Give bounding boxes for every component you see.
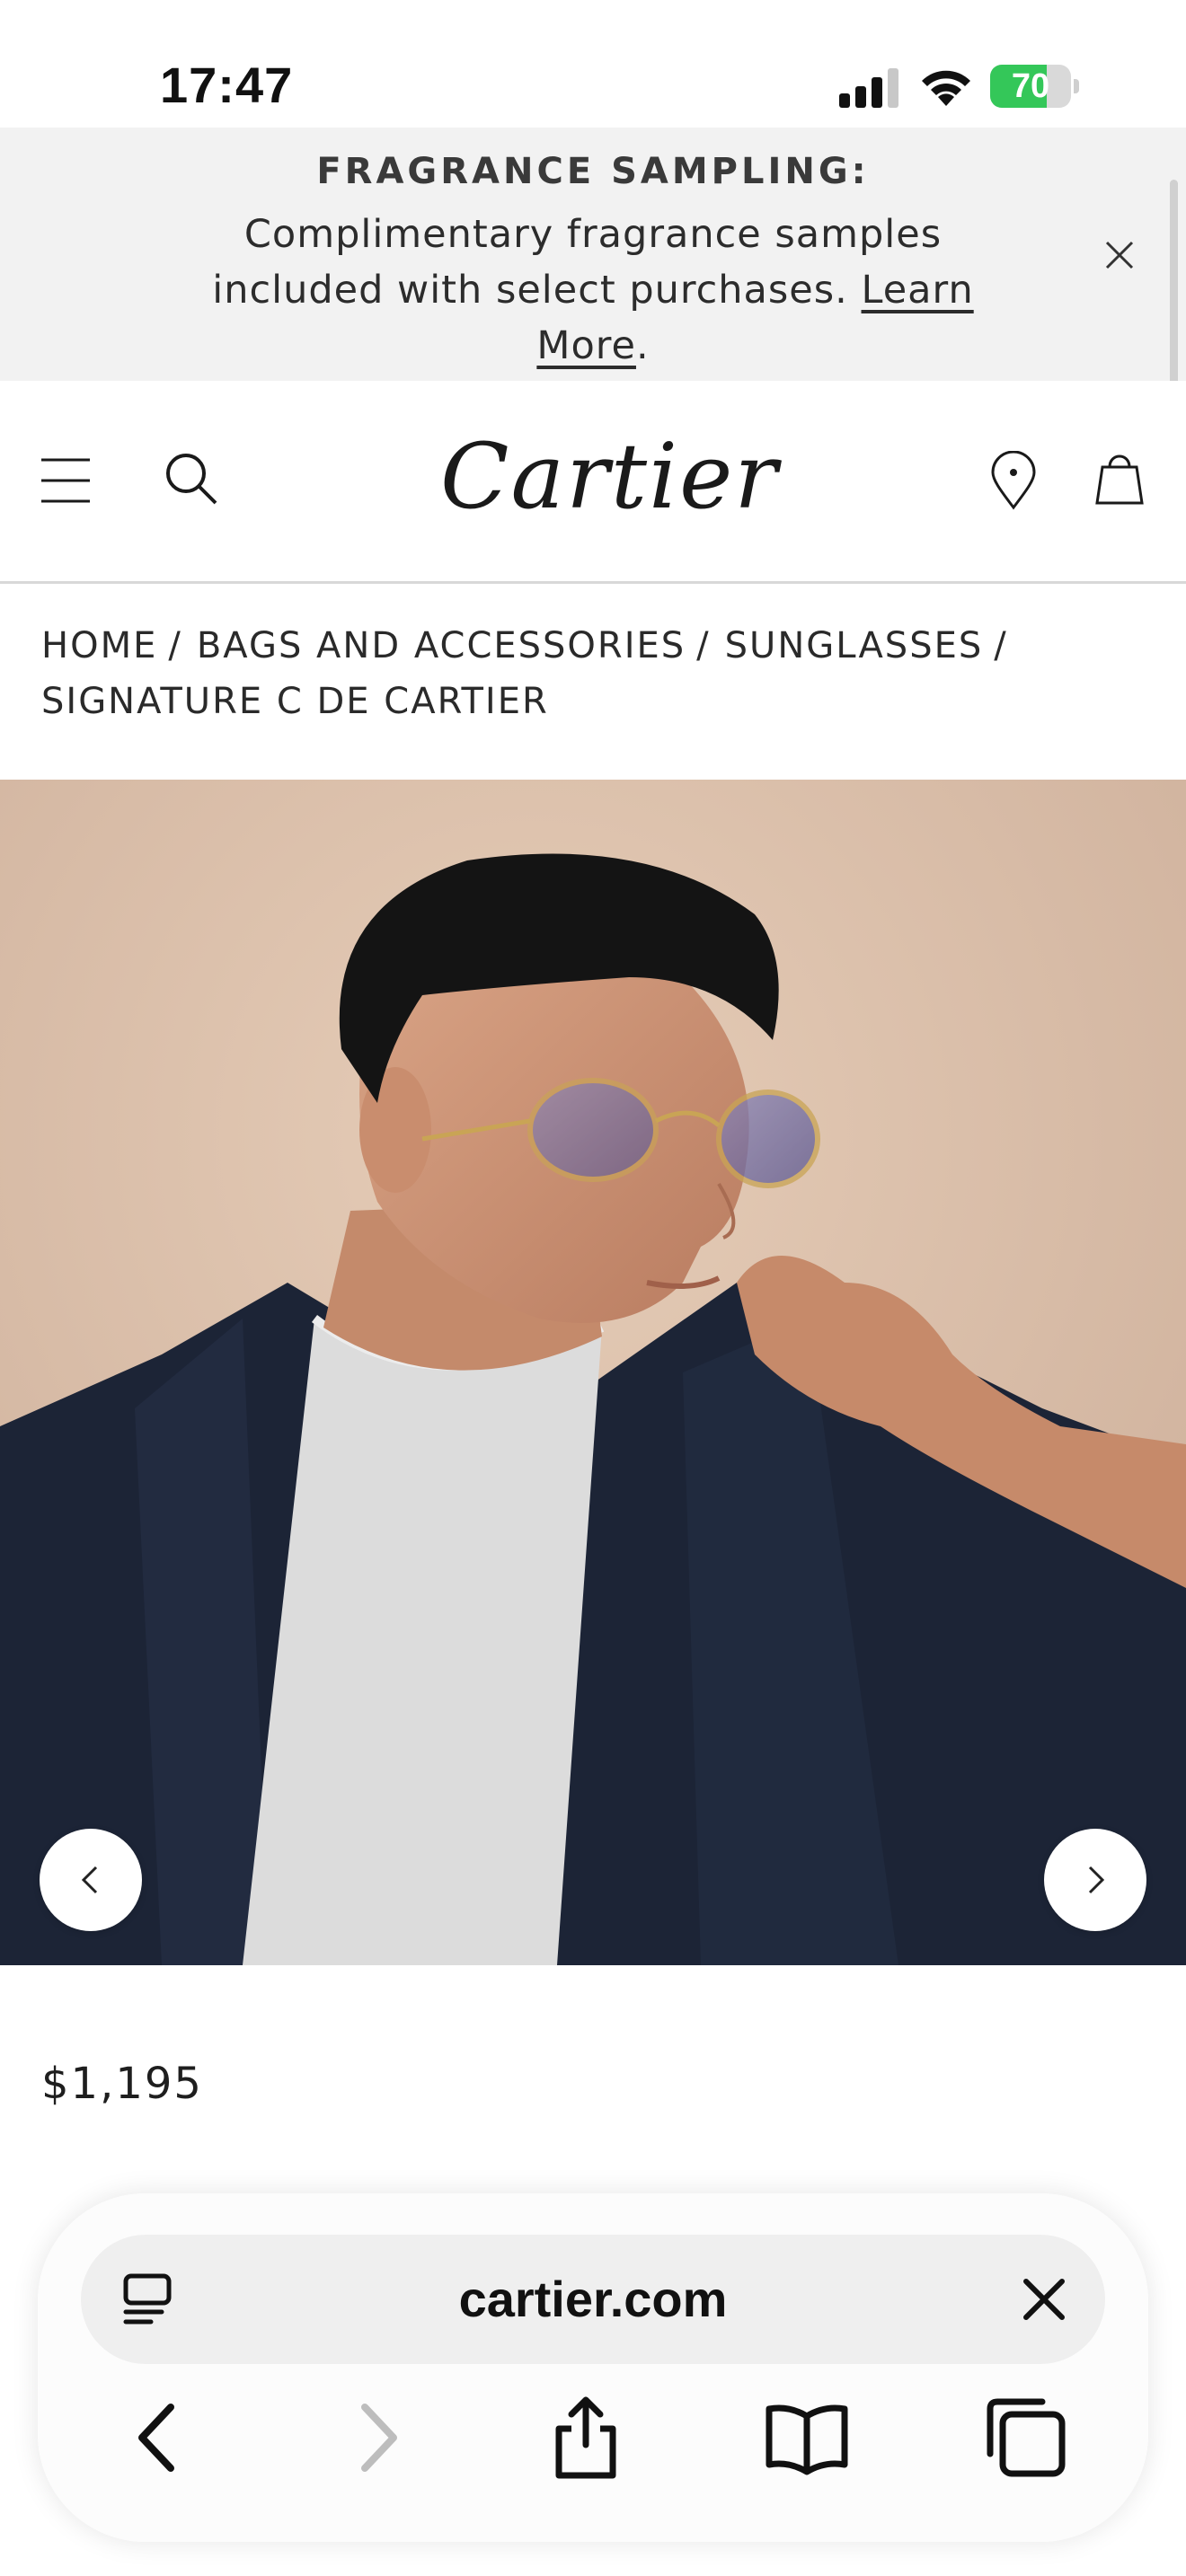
status-bar: 17:47 70	[0, 0, 1186, 128]
bookmarks-button[interactable]	[762, 2393, 852, 2483]
browser-toolbar: cartier.com	[38, 2193, 1148, 2542]
status-time: 17:47	[160, 57, 294, 113]
chevron-right-icon	[1088, 1866, 1105, 1894]
product-photo	[0, 780, 1186, 1965]
share-button[interactable]	[541, 2393, 631, 2483]
next-image-button[interactable]	[1044, 1829, 1146, 1931]
breadcrumb: HOME / BAGS AND ACCESSORIES / SUNGLASSES / SIG…	[41, 618, 1137, 729]
previous-image-button[interactable]	[40, 1829, 142, 1931]
breadcrumb-home[interactable]: HOME	[41, 625, 157, 666]
back-button[interactable]	[115, 2393, 205, 2483]
breadcrumb-separator: /	[168, 625, 182, 666]
promo-title: FRAGRANCE SAMPLING:	[316, 151, 870, 192]
product-image[interactable]	[0, 780, 1186, 1965]
wifi-icon	[922, 70, 970, 106]
site-header: Cartier	[0, 381, 1186, 584]
promo-banner: FRAGRANCE SAMPLING: Complimentary fragra…	[0, 128, 1186, 381]
share-icon	[555, 2396, 616, 2479]
breadcrumb-bags-and-accessories[interactable]: BAGS AND ACCESSORIES	[197, 625, 686, 666]
close-icon[interactable]	[1021, 2276, 1067, 2323]
cellular-signal-icon	[839, 68, 898, 108]
bookmarks-icon	[766, 2404, 848, 2475]
promo-text: Complimentary fragrance samples included…	[180, 207, 1006, 374]
url-text[interactable]: cartier.com	[225, 2235, 961, 2364]
promo-link-suffix: .	[635, 323, 650, 368]
reader-icon[interactable]	[122, 2272, 173, 2326]
breadcrumb-separator: /	[994, 625, 1008, 666]
address-bar[interactable]: cartier.com	[81, 2235, 1105, 2364]
breadcrumb-separator: /	[696, 625, 711, 666]
search-icon[interactable]	[164, 451, 219, 507]
tabs-icon	[987, 2398, 1066, 2477]
close-icon[interactable]	[1102, 237, 1137, 273]
breadcrumb-sunglasses[interactable]: SUNGLASSES	[725, 625, 984, 666]
tabs-button[interactable]	[981, 2393, 1071, 2483]
forward-button[interactable]	[331, 2393, 420, 2483]
location-pin-icon[interactable]	[988, 451, 1039, 510]
shopping-bag-icon[interactable]	[1094, 449, 1145, 507]
chevron-left-icon	[81, 1866, 98, 1894]
battery-icon: 70	[990, 65, 1080, 108]
breadcrumb-current: SIGNATURE C DE CARTIER	[41, 681, 549, 722]
back-arrow-icon	[138, 2404, 174, 2472]
forward-arrow-icon	[361, 2404, 397, 2472]
promo-message: Complimentary fragrance samples included…	[212, 212, 943, 313]
cartier-logo[interactable]: Cartier	[440, 428, 777, 526]
product-price: $1,195	[41, 2059, 203, 2109]
battery-percentage: 70	[1011, 67, 1050, 105]
menu-icon[interactable]	[40, 456, 92, 505]
